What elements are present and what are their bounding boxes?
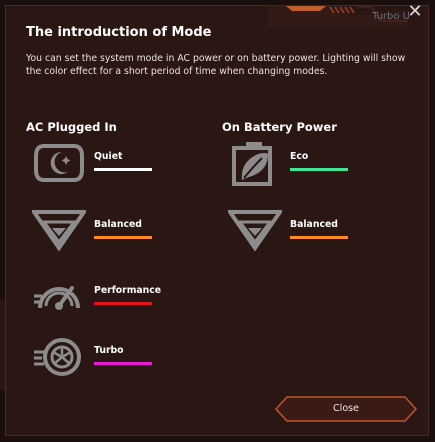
mode-label: Turbo (94, 345, 124, 356)
mode-label: Performance (94, 285, 162, 296)
close-icon[interactable]: ✕ (405, 2, 425, 22)
mode-color-bar (94, 168, 152, 171)
mode-color-bar (290, 236, 348, 239)
mode-color-bar (94, 362, 152, 365)
balanced-triangle-icon (228, 210, 282, 252)
balanced-triangle-icon (32, 210, 86, 252)
close-button[interactable]: Close (275, 396, 417, 422)
turbo-fan-icon (34, 338, 81, 376)
mode-label: Eco (290, 151, 309, 162)
mode-color-bar (94, 236, 152, 239)
dialog-description: You can set the system mode in AC power … (26, 53, 406, 77)
mode-label: Balanced (290, 219, 338, 230)
battery-heading: On Battery Power (222, 120, 337, 134)
eco-battery-leaf-icon (232, 142, 272, 186)
mode-label: Balanced (94, 219, 142, 230)
gauge-icon (34, 286, 80, 310)
close-button-label: Close (333, 403, 359, 414)
mode-label: Quiet (94, 151, 123, 162)
mode-color-bar (290, 168, 348, 171)
ac-heading: AC Plugged In (26, 120, 117, 134)
mode-color-bar (94, 302, 152, 305)
dialog-title: The introduction of Mode (26, 25, 212, 40)
moon-stars-icon (34, 144, 84, 182)
